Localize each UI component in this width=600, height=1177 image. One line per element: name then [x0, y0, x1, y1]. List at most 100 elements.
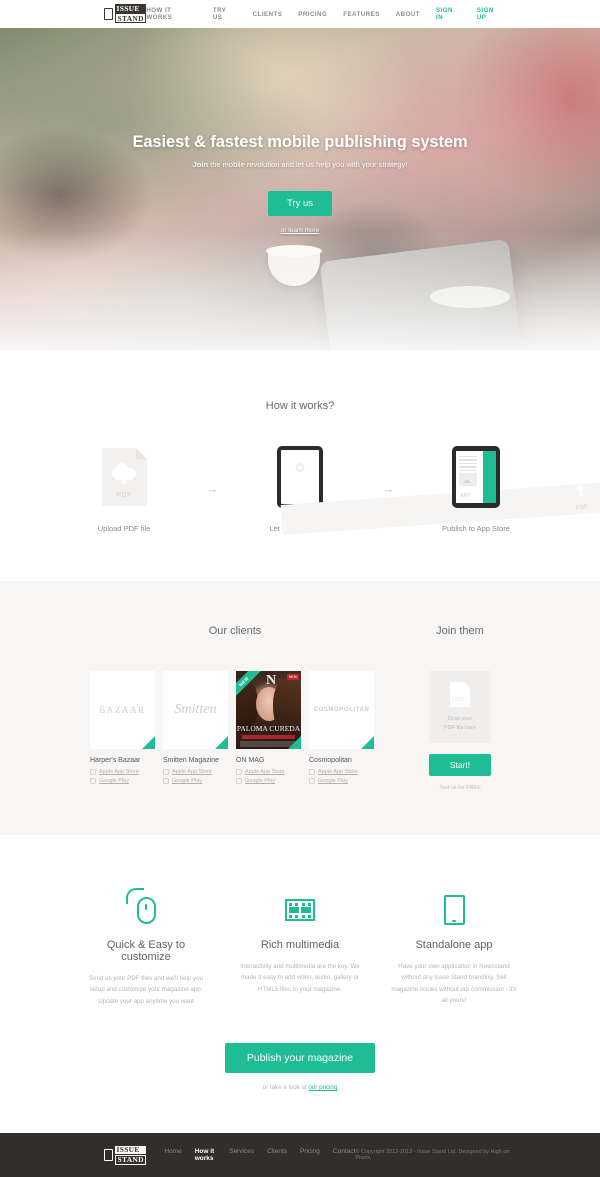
cover-tag: NEW: [286, 674, 299, 680]
hero-section: Easiest & fastest mobile publishing syst…: [0, 28, 600, 350]
google-play-icon: [309, 778, 315, 784]
client-store-google[interactable]: Google Play: [309, 778, 374, 784]
nav-item-features[interactable]: FEATURES: [343, 11, 380, 18]
client-card[interactable]: BAZAAR Harper's Bazaar Apple App Store G…: [90, 671, 155, 787]
footer-link-how-it-works[interactable]: How it works: [195, 1148, 217, 1162]
footer-link-pricing[interactable]: Pricing: [300, 1148, 320, 1162]
tablet-app-icon-label: APP: [460, 493, 472, 499]
main-nav: HOW IT WORKS TRY US CLIENTS PRICING FEAT…: [146, 7, 504, 21]
client-name: Harper's Bazaar: [90, 757, 141, 764]
cover-text: COSMOPOLITAN: [313, 707, 370, 713]
google-play-icon: [90, 778, 96, 784]
our-clients-title: Our clients: [208, 625, 262, 637]
client-store-google[interactable]: Google Play: [236, 778, 301, 784]
hero-subline-strong: Join: [192, 160, 209, 169]
hero-headline: Easiest & fastest mobile publishing syst…: [132, 133, 468, 151]
nav-item-pricing[interactable]: PRICING: [298, 11, 327, 18]
feature-title: Standalone app: [415, 939, 493, 951]
start-button[interactable]: Start!: [429, 754, 491, 776]
client-name: Cosmopolitan: [309, 757, 352, 764]
footer-logo-book-icon: [104, 1149, 113, 1162]
site-logo[interactable]: ISSUE STAND: [104, 4, 147, 24]
upload-pdf-icon-label: PDF: [116, 492, 132, 499]
client-cover-onmag[interactable]: NEW NEW N PALOMA CUREDA: [236, 671, 301, 749]
mouse-icon: [81, 887, 211, 933]
cover-text: Smitten: [174, 702, 217, 717]
features-section: Quick & Easy to customize Send us your P…: [0, 835, 600, 1134]
cover-text: BAZAAR: [99, 705, 146, 715]
nav-item-try-us[interactable]: TRY US: [213, 7, 237, 21]
client-card[interactable]: NEW NEW N PALOMA CUREDA ON MAG Apple App…: [236, 671, 301, 787]
feature-rich-multimedia: Rich multimedia Interactivity and multim…: [235, 887, 365, 1007]
logo-text-line1: ISSUE: [115, 4, 147, 13]
footer-link-contact[interactable]: Contact: [333, 1148, 355, 1162]
client-store-google[interactable]: Google Play: [163, 778, 228, 784]
corner-accent: [361, 736, 374, 749]
hero-coffee-cup-prop: [266, 245, 322, 286]
tablet-icon: [389, 887, 519, 933]
footer: ISSUE STAND Home How it works Services C…: [0, 1133, 600, 1177]
client-card[interactable]: COSMOPOLITAN Cosmopolitan Apple App Stor…: [309, 671, 374, 787]
client-store-apple[interactable]: Apple App Store: [90, 769, 155, 775]
client-cover-cosmopolitan[interactable]: COSMOPOLITAN: [309, 671, 374, 749]
copyright-text: © Copyright 2012-2013 - Issue Stand Ltd.…: [355, 1149, 510, 1162]
dropzone-label: Drop your PDF file here: [443, 716, 477, 731]
feature-body: Interactivity and multimedia are the key…: [240, 963, 360, 993]
arrow-right-icon-1: →: [205, 481, 219, 496]
clients-section: Our clients BAZAAR Harper's Bazaar Apple…: [0, 581, 600, 835]
cover-text: PALOMA CUREDA: [236, 724, 301, 734]
footer-logo[interactable]: ISSUE STAND: [104, 1145, 147, 1166]
publish-magazine-button[interactable]: Publish your magazine: [224, 1043, 376, 1074]
feature-title: Quick & Easy to customize: [106, 939, 186, 963]
our-clients-column: Our clients BAZAAR Harper's Bazaar Apple…: [90, 625, 380, 791]
pdf-file-icon: PDF: [450, 682, 470, 708]
client-store-google[interactable]: Google Play: [90, 778, 155, 784]
nav-item-sign-up[interactable]: SIGN UP: [477, 7, 504, 21]
footer-logo-line1: ISSUE: [115, 1145, 147, 1155]
apple-store-icon: [309, 769, 315, 775]
tablet-gear-icon: PDF: [245, 444, 600, 535]
pdf-dropzone[interactable]: PDF Drop your PDF file here: [429, 671, 491, 743]
logo-book-icon: [104, 8, 113, 20]
pricing-note: or take a look at our pricing: [262, 1084, 338, 1092]
step-let-us-do-the-work: PDF Let us do the work: [245, 444, 600, 535]
client-cover-bazaar[interactable]: BAZAAR: [90, 671, 155, 749]
feature-body: Have your own application in Newsstand w…: [391, 963, 517, 1005]
step-label-upload: Upload PDF file: [97, 524, 151, 533]
cover-mark: N: [266, 673, 277, 688]
hero-subline-rest: the mobile revolution and let us help yo…: [208, 160, 408, 169]
client-store-apple[interactable]: Apple App Store: [309, 769, 374, 775]
pdf-file-icon-label: PDF: [455, 697, 465, 704]
nav-item-about[interactable]: ABOUT: [396, 11, 420, 18]
step-upload-pdf: PDF Upload PDF file: [69, 444, 179, 533]
client-name: Smitten Magazine: [163, 757, 220, 764]
nav-item-clients[interactable]: CLIENTS: [253, 11, 283, 18]
client-cards: BAZAAR Harper's Bazaar Apple App Store G…: [90, 671, 380, 787]
upload-pdf-icon: PDF: [69, 444, 179, 510]
client-name: ON MAG: [236, 757, 265, 764]
corner-accent: [288, 736, 301, 749]
footer-logo-line2: STAND: [115, 1154, 147, 1165]
feature-body: Send us your PDF files and we'll help yo…: [89, 975, 203, 1005]
footer-nav: Home How it works Services Clients Prici…: [164, 1148, 355, 1162]
nav-item-sign-in[interactable]: SIGN IN: [436, 7, 461, 21]
client-cover-smitten[interactable]: Smitten: [163, 671, 228, 749]
client-store-apple[interactable]: Apple App Store: [236, 769, 301, 775]
client-store-apple[interactable]: Apple App Store: [163, 769, 228, 775]
join-them-title: Join them: [436, 625, 484, 637]
feature-quick-easy: Quick & Easy to customize Send us your P…: [81, 887, 211, 1007]
top-navigation-bar: ISSUE STAND HOW IT WORKS TRY US CLIENTS …: [0, 0, 600, 28]
footer-link-clients[interactable]: Clients: [267, 1148, 287, 1162]
hero-learn-more-link[interactable]: or learn more: [0, 227, 600, 234]
nav-item-how-it-works[interactable]: HOW IT WORKS: [146, 7, 197, 21]
footer-link-services[interactable]: Services: [229, 1148, 254, 1162]
join-them-column: Join them PDF Drop your PDF file here St…: [410, 625, 510, 791]
footer-link-home[interactable]: Home: [164, 1148, 181, 1162]
free-trial-note: Test us for FREE: [439, 785, 481, 791]
client-card[interactable]: Smitten Smitten Magazine Apple App Store…: [163, 671, 228, 787]
logo-text-line2: STAND: [115, 13, 147, 24]
hero-try-us-button[interactable]: Try us: [267, 191, 333, 216]
feature-title: Rich multimedia: [260, 939, 340, 951]
our-pricing-link[interactable]: our pricing: [308, 1084, 337, 1091]
google-play-icon: [163, 778, 169, 784]
